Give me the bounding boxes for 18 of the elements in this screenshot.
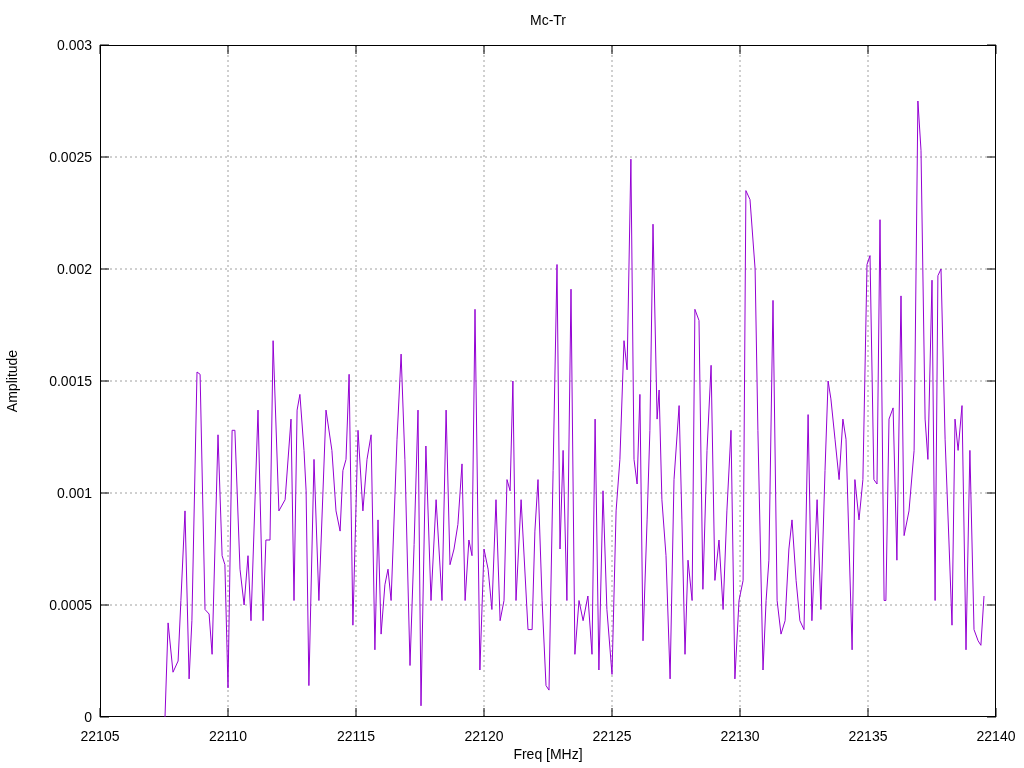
chart-title: Mc-Tr [530,12,566,28]
axis-label: Amplitude [4,349,20,413]
tick-label: 0.0015 [49,373,92,389]
tick-label: 22115 [337,728,375,744]
tick-label: 22105 [80,728,120,744]
tick-label: 22110 [209,728,247,744]
tick-label: 0.001 [56,485,92,501]
tick-label: 0.002 [56,261,92,277]
tick-label: 22120 [464,728,504,744]
tick-label: 22140 [976,728,1016,744]
axis-label: Freq [MHz] [513,746,583,762]
tick-label: 0.0025 [49,149,92,165]
tick-label: 22130 [720,728,760,744]
tick-label: 0.0005 [49,597,92,613]
tick-label: 22135 [848,728,888,744]
tick-label: 0.003 [56,37,92,53]
tick-label: 0 [84,709,92,725]
tick-label: 22125 [592,728,632,744]
